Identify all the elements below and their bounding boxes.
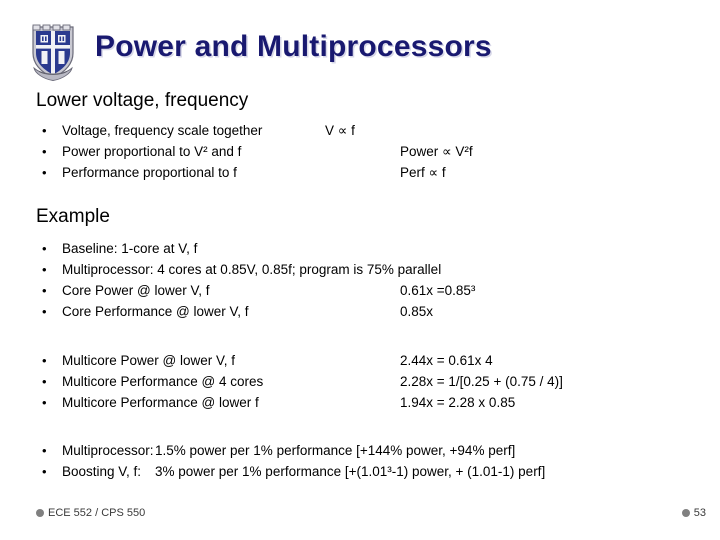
bullet-text: Performance proportional to f [62,165,237,180]
bullet-value: 2.44x = 0.61x 4 [400,353,493,368]
bullet-formula: Power ∝ V²f [400,144,473,159]
bullet-text: Core Performance @ lower V, f [62,304,249,319]
bullet-dot-icon: • [42,165,47,180]
bullet-label: Boosting V, f: [62,464,142,479]
bullet-formula: Perf ∝ f [400,165,446,180]
bullet-value: 0.85x [400,304,434,319]
section-heading-lower-voltage: Lower voltage, frequency [36,90,249,111]
bullet-text: 1.5% power per 1% performance [+144% pow… [155,443,516,458]
bullet-text: Multiprocessor: 4 cores at 0.85V, 0.85f;… [62,262,442,277]
footer-course-label: ECE 552 / CPS 550 [48,507,146,519]
footer-course: ECE 552 / CPS 550 [36,507,145,519]
bullet-dot-icon: • [42,443,47,458]
footer-bullet-icon [681,509,690,517]
bullet-label: Multiprocessor: [62,443,154,458]
footer-page: 53 [681,507,706,519]
bullet-formula: V ∝ f [325,123,355,138]
bullet-text: Multicore Performance @ 4 cores [62,374,264,389]
slide-content: Lower voltage, frequency • Voltage, freq… [0,88,720,488]
bullet-text: Baseline: 1-core at V, f [62,241,198,256]
bullet-text: 3% power per 1% performance [+(1.01³-1) … [155,464,546,479]
footer-bullet-icon [36,509,44,517]
bullet-dot-icon: • [42,241,47,256]
bullet-dot-icon: • [42,353,47,368]
duke-shield-logo [27,21,79,81]
bullet-dot-icon: • [42,304,47,319]
bullet-text: Core Power @ lower V, f [62,283,210,298]
bullet-dot-icon: • [42,374,47,389]
bullet-dot-icon: • [42,395,47,410]
page-title: Power and Multiprocessors [95,30,492,63]
slide-footer: ECE 552 / CPS 550 53 [0,498,720,540]
bullet-dot-icon: • [42,123,47,138]
bullet-dot-icon: • [42,262,47,277]
bullet-text: Multicore Performance @ lower f [62,395,259,410]
page-number: 53 [693,507,706,519]
section-heading-example: Example [36,206,110,227]
bullet-text: Voltage, frequency scale together [62,123,263,138]
slide-header: Power and Multiprocessors [0,0,720,88]
bullet-value: 0.61x =0.85³ [400,283,476,298]
bullet-dot-icon: • [42,283,47,298]
bullet-value: 2.28x = 1/[0.25 + (0.75 / 4)] [400,374,563,389]
bullet-text: Power proportional to V² and f [62,144,242,159]
bullet-dot-icon: • [42,144,47,159]
bullet-text: Multicore Power @ lower V, f [62,353,236,368]
bullet-dot-icon: • [42,464,47,479]
bullet-value: 1.94x = 2.28 x 0.85 [400,395,516,410]
